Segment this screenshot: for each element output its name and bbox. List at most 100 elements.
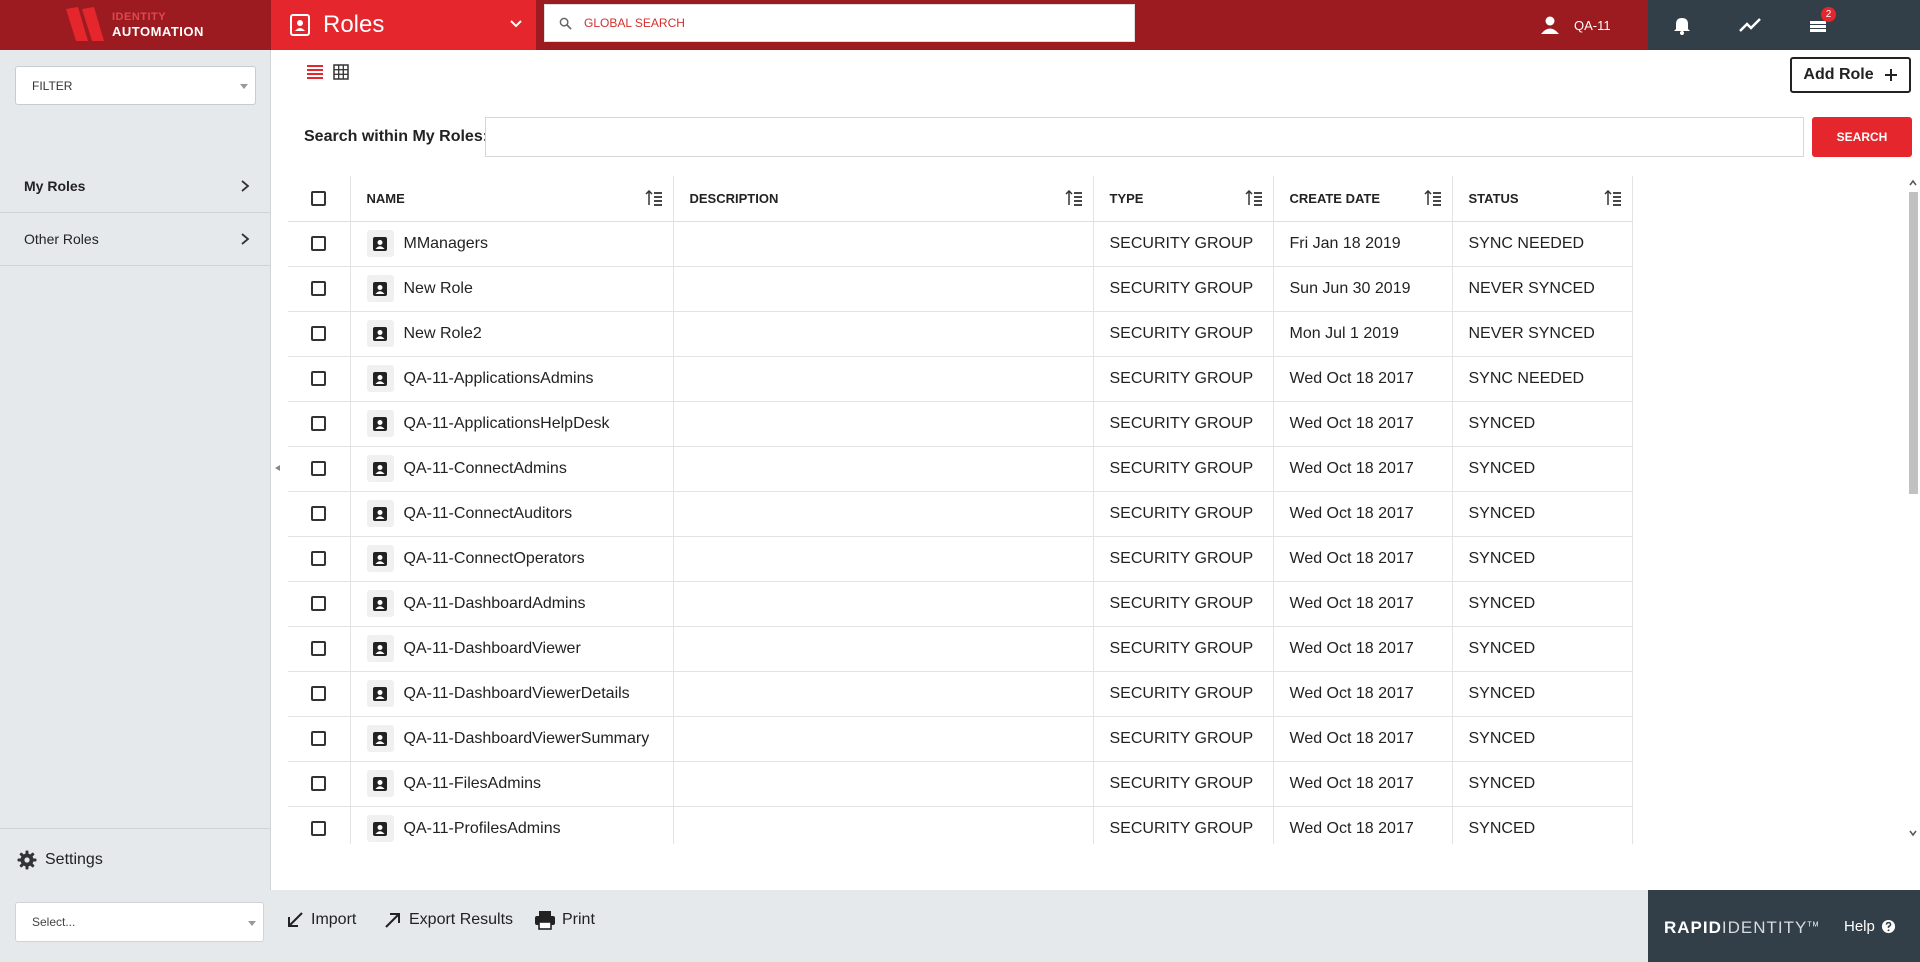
plus-icon (1884, 69, 1897, 81)
sort-icon[interactable] (1244, 190, 1263, 206)
table-row[interactable]: QA-11-DashboardViewer SECURITY GROUP Wed O… (288, 626, 1633, 672)
role-name[interactable]: QA-11-ProfilesAdmins (404, 820, 561, 838)
role-name[interactable]: QA-11-ConnectAdmins (404, 460, 567, 478)
select-all-checkbox[interactable] (311, 191, 327, 207)
role-name[interactable]: QA-11-FilesAdmins (404, 775, 542, 793)
filter-select[interactable]: FILTER (15, 66, 256, 105)
role-name[interactable]: QA-11-DashboardAdmins (404, 595, 586, 613)
row-checkbox[interactable] (311, 415, 327, 431)
row-checkbox[interactable] (311, 550, 327, 566)
row-checkbox[interactable] (311, 325, 327, 341)
role-name-cell[interactable]: QA-11-ApplicationsHelpDesk (350, 401, 674, 447)
row-checkbox[interactable] (311, 730, 327, 746)
settings-button[interactable]: Settings (0, 828, 271, 890)
export-results-button[interactable]: Export Results (383, 910, 513, 930)
role-description (673, 311, 1094, 357)
row-checkbox[interactable] (311, 685, 327, 701)
row-checkbox[interactable] (311, 775, 327, 791)
import-button[interactable]: Import (285, 910, 356, 930)
row-checkbox[interactable] (311, 460, 327, 476)
sidebar-item-other-roles[interactable]: Other Roles (0, 213, 271, 266)
scroll-down-icon[interactable] (1908, 828, 1918, 838)
user-menu[interactable]: QA-11 (1540, 0, 1648, 50)
table-row[interactable]: QA-11-DashboardViewerDetails SECURITY GRO… (288, 671, 1633, 717)
role-search-input[interactable] (485, 117, 1804, 157)
table-row[interactable]: New Role2 SECURITY GROUP Mon Jul 1 2019 NEV… (288, 311, 1633, 357)
role-name-cell[interactable]: QA-11-DashboardViewerDetails (350, 671, 674, 717)
role-name-cell[interactable]: New Role2 (350, 311, 674, 357)
role-name[interactable]: QA-11-ConnectAuditors (404, 505, 573, 523)
print-button[interactable]: Print (534, 910, 595, 930)
scroll-thumb[interactable] (1909, 192, 1918, 494)
sort-icon[interactable] (644, 190, 663, 206)
table-row[interactable]: QA-11-FilesAdmins SECURITY GROUP Wed Oct 1… (288, 761, 1633, 807)
list-view-button[interactable] (305, 62, 325, 82)
table-row[interactable]: MManagers SECURITY GROUP Fri Jan 18 2019 SY… (288, 221, 1633, 267)
role-status: SYNCED (1452, 671, 1633, 717)
add-role-button[interactable]: Add Role (1790, 57, 1911, 93)
module-switcher[interactable]: Roles (271, 0, 536, 50)
global-search[interactable] (544, 4, 1135, 42)
table-row[interactable]: QA-11-ProfilesAdmins SECURITY GROUP Wed Oc… (288, 806, 1633, 844)
collapse-sidebar-icon[interactable] (272, 462, 284, 474)
global-search-input[interactable] (584, 16, 1104, 30)
sidebar-item-my-roles[interactable]: My Roles (0, 160, 271, 213)
role-name[interactable]: QA-11-DashboardViewerDetails (404, 685, 630, 703)
footer-select[interactable]: Select... (15, 902, 264, 942)
activity-button[interactable] (1716, 0, 1784, 50)
column-header-label: NAME (366, 190, 405, 206)
role-name[interactable]: QA-11-DashboardViewerSummary (404, 730, 650, 748)
role-name[interactable]: MManagers (404, 235, 488, 253)
row-checkbox[interactable] (311, 640, 327, 656)
row-checkbox[interactable] (311, 820, 327, 836)
role-type: SECURITY GROUP (1093, 761, 1274, 807)
role-name-cell[interactable]: QA-11-DashboardViewer (350, 626, 674, 672)
role-name-cell[interactable]: QA-11-DashboardAdmins (350, 581, 674, 627)
identity-automation-logo[interactable]: IDENTITY AUTOMATION (0, 0, 271, 50)
tasks-button[interactable]: 2 (1784, 0, 1852, 50)
row-checkbox[interactable] (311, 280, 327, 296)
table-row[interactable]: QA-11-DashboardViewerSummary SECURITY GRO… (288, 716, 1633, 762)
rapididentity-logo: RAPIDIDENTITYTM (1664, 918, 1819, 938)
role-name[interactable]: QA-11-DashboardViewer (404, 640, 581, 658)
role-name[interactable]: QA-11-ApplicationsHelpDesk (404, 415, 610, 433)
brand-tm: TM (1807, 921, 1820, 929)
role-status: SYNCED (1452, 761, 1633, 807)
role-name-cell[interactable]: QA-11-DashboardViewerSummary (350, 716, 674, 762)
table-row[interactable]: QA-11-ApplicationsAdmins SECURITY GROUP We… (288, 356, 1633, 402)
role-name-cell[interactable]: MManagers (350, 221, 674, 267)
row-checkbox[interactable] (311, 595, 327, 611)
table-row[interactable]: New Role SECURITY GROUP Sun Jun 30 2019 NEV… (288, 266, 1633, 312)
sort-icon[interactable] (1064, 190, 1083, 206)
sort-icon[interactable] (1603, 190, 1622, 206)
role-name[interactable]: New Role (404, 280, 473, 298)
table-row[interactable]: QA-11-ConnectAdmins SECURITY GROUP Wed Oct… (288, 446, 1633, 492)
logo-line2: AUTOMATION (112, 24, 204, 39)
table-row[interactable]: QA-11-ConnectAuditors SECURITY GROUP Wed O… (288, 491, 1633, 537)
table-row[interactable]: QA-11-ApplicationsHelpDesk SECURITY GROUP… (288, 401, 1633, 447)
role-name-cell[interactable]: QA-11-FilesAdmins (350, 761, 674, 807)
table-scrollbar[interactable] (1906, 176, 1920, 844)
row-checkbox[interactable] (311, 235, 327, 251)
row-checkbox[interactable] (311, 505, 327, 521)
role-description (673, 491, 1094, 537)
table-row[interactable]: QA-11-DashboardAdmins SECURITY GROUP Wed O… (288, 581, 1633, 627)
role-name[interactable]: QA-11-ApplicationsAdmins (404, 370, 594, 388)
grid-view-button[interactable] (331, 62, 351, 82)
search-button[interactable]: SEARCH (1812, 117, 1912, 157)
role-name[interactable]: New Role2 (404, 325, 482, 343)
role-name-cell[interactable]: QA-11-ConnectOperators (350, 536, 674, 582)
notifications-button[interactable] (1648, 0, 1716, 50)
scroll-up-icon[interactable] (1908, 178, 1918, 188)
sort-icon[interactable] (1423, 190, 1442, 206)
role-name-cell[interactable]: QA-11-ConnectAuditors (350, 491, 674, 537)
role-name-cell[interactable]: QA-11-ApplicationsAdmins (350, 356, 674, 402)
role-name-cell[interactable]: QA-11-ProfilesAdmins (350, 806, 674, 844)
role-name-cell[interactable]: New Role (350, 266, 674, 312)
role-contact-icon (366, 365, 394, 392)
row-checkbox[interactable] (311, 370, 327, 386)
role-name[interactable]: QA-11-ConnectOperators (404, 550, 585, 568)
role-name-cell[interactable]: QA-11-ConnectAdmins (350, 446, 674, 492)
table-row[interactable]: QA-11-ConnectOperators SECURITY GROUP Wed … (288, 536, 1633, 582)
help-button[interactable]: Help (1844, 918, 1896, 935)
